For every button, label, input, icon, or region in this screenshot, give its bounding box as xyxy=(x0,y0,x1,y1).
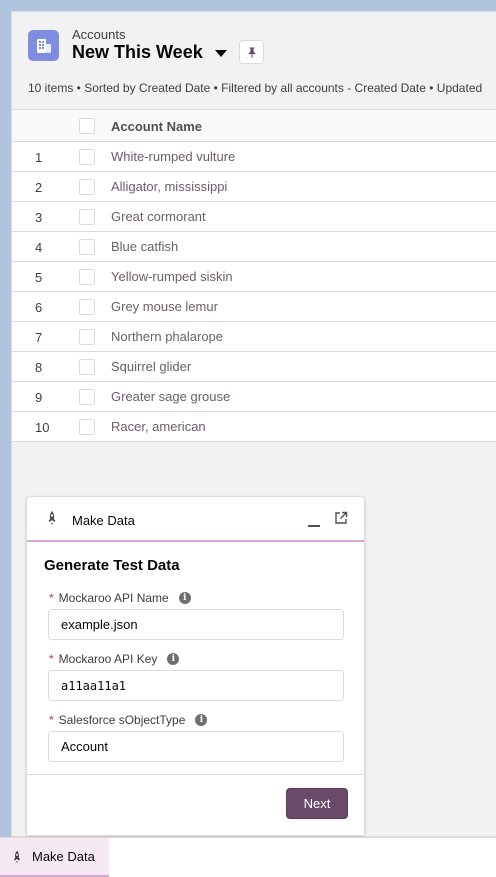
panel-footer: Next xyxy=(27,774,364,835)
info-icon[interactable]: i xyxy=(195,714,208,726)
row-number: 3 xyxy=(35,210,43,225)
utility-item-make-data[interactable]: Make Data xyxy=(0,838,109,877)
required-marker: * xyxy=(49,591,54,605)
row-checkbox[interactable] xyxy=(79,149,95,165)
make-data-panel: Make Data Generate Test Data * Mockaroo … xyxy=(26,496,365,836)
row-checkbox[interactable] xyxy=(79,269,95,285)
form-heading: Generate Test Data xyxy=(44,557,180,574)
list-view-switcher[interactable]: New This Week xyxy=(72,42,227,63)
field-label-sobject-type: * Salesforce sObjectType i xyxy=(49,713,208,727)
account-name-link[interactable]: Great cormorant xyxy=(111,209,206,224)
table-row: 1 White-rumped vulture xyxy=(12,142,496,172)
table-header: Account Name xyxy=(12,109,496,142)
row-checkbox[interactable] xyxy=(79,239,95,255)
table-row: 7 Northern phalarope xyxy=(12,322,496,352)
table-row: 10 Racer, american xyxy=(12,412,496,442)
list-view-header: Accounts New This Week 10 items • Sorted… xyxy=(12,12,496,109)
row-number: 8 xyxy=(35,360,43,375)
panel-title: Make Data xyxy=(72,513,135,528)
table-row: 8 Squirrel glider xyxy=(12,352,496,382)
popout-icon[interactable] xyxy=(334,511,348,525)
next-button[interactable]: Next xyxy=(286,788,348,819)
rocket-icon xyxy=(48,511,56,525)
column-header-account-name[interactable]: Account Name xyxy=(111,119,202,134)
account-name-link[interactable]: Blue catfish xyxy=(111,239,178,254)
api-name-input[interactable]: example.json xyxy=(48,609,344,640)
row-checkbox[interactable] xyxy=(79,299,95,315)
object-breadcrumb: Accounts xyxy=(72,27,126,42)
row-checkbox[interactable] xyxy=(79,359,95,375)
rocket-icon xyxy=(13,850,21,863)
minimize-icon[interactable] xyxy=(308,525,320,527)
table-body: 1 White-rumped vulture 2 Alligator, miss… xyxy=(12,142,496,442)
select-all-checkbox[interactable] xyxy=(79,118,95,134)
info-icon[interactable]: i xyxy=(167,653,180,665)
sobject-type-input[interactable]: Account xyxy=(48,731,344,762)
row-number: 5 xyxy=(35,270,43,285)
row-checkbox[interactable] xyxy=(79,329,95,345)
account-name-link[interactable]: Yellow-rumped siskin xyxy=(111,269,233,284)
accounts-table: Account Name 1 White-rumped vulture 2 Al… xyxy=(12,109,496,442)
table-row: 2 Alligator, mississippi xyxy=(12,172,496,202)
panel-header: Make Data xyxy=(27,497,364,542)
table-row: 9 Greater sage grouse xyxy=(12,382,496,412)
field-label-api-key: * Mockaroo API Key i xyxy=(49,652,180,666)
page-title[interactable]: New This Week xyxy=(72,42,203,63)
row-number: 2 xyxy=(35,180,43,195)
account-name-link[interactable]: Alligator, mississippi xyxy=(111,179,227,194)
row-number: 7 xyxy=(35,330,43,345)
table-row: 3 Great cormorant xyxy=(12,202,496,232)
row-number: 6 xyxy=(35,300,43,315)
table-row: 4 Blue catfish xyxy=(12,232,496,262)
table-row: 6 Grey mouse lemur xyxy=(12,292,496,322)
list-view-info: 10 items • Sorted by Created Date • Filt… xyxy=(28,81,483,95)
account-name-link[interactable]: Squirrel glider xyxy=(111,359,191,374)
row-checkbox[interactable] xyxy=(79,389,95,405)
row-number: 4 xyxy=(35,240,43,255)
building-icon xyxy=(28,30,59,61)
field-label-text: Mockaroo API Name xyxy=(58,591,169,605)
row-checkbox[interactable] xyxy=(79,209,95,225)
row-number: 10 xyxy=(35,420,50,435)
row-number: 9 xyxy=(35,390,43,405)
pin-icon xyxy=(248,47,255,58)
field-label-api-name: * Mockaroo API Name i xyxy=(49,591,191,605)
table-row: 5 Yellow-rumped siskin xyxy=(12,262,496,292)
required-marker: * xyxy=(49,713,54,727)
utility-item-label: Make Data xyxy=(32,849,95,864)
row-checkbox[interactable] xyxy=(79,419,95,435)
api-key-input[interactable]: a11aa11a1 xyxy=(48,670,344,701)
account-name-link[interactable]: Grey mouse lemur xyxy=(111,299,218,314)
required-marker: * xyxy=(49,652,54,666)
info-icon[interactable]: i xyxy=(178,592,191,604)
pin-button[interactable] xyxy=(239,40,264,64)
row-checkbox[interactable] xyxy=(79,179,95,195)
account-name-link[interactable]: Racer, american xyxy=(111,419,206,434)
row-number: 1 xyxy=(35,150,43,165)
account-name-link[interactable]: Greater sage grouse xyxy=(111,389,230,404)
caret-down-icon[interactable] xyxy=(214,50,227,57)
account-name-link[interactable]: White-rumped vulture xyxy=(111,149,235,164)
account-name-link[interactable]: Northern phalarope xyxy=(111,329,223,344)
field-label-text: Salesforce sObjectType xyxy=(58,713,186,727)
field-label-text: Mockaroo API Key xyxy=(58,652,158,666)
utility-bar: Make Data xyxy=(0,837,496,877)
